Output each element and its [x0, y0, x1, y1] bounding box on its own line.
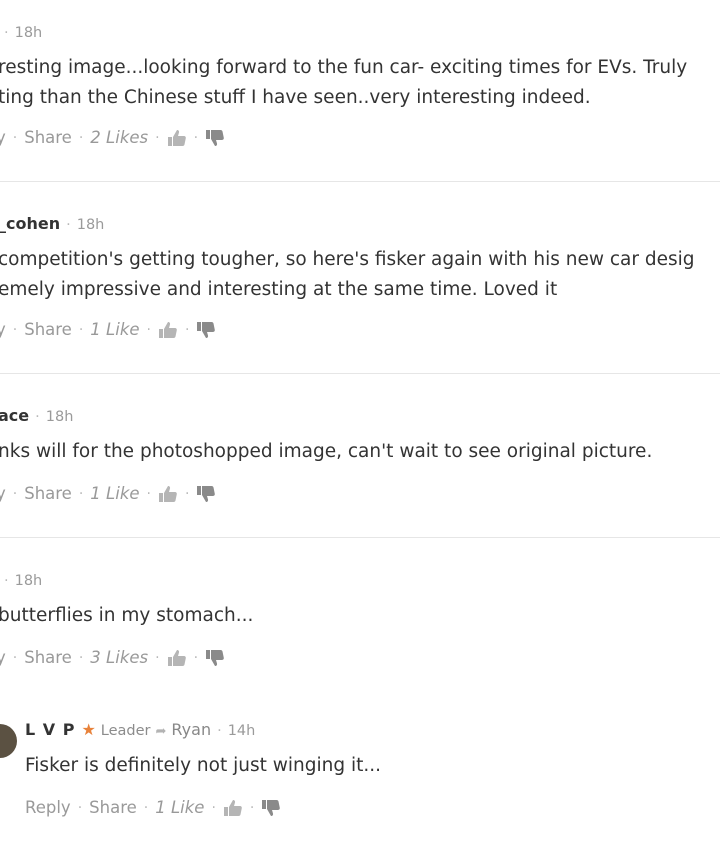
action-separator: ·: [12, 485, 18, 502]
comment-timestamp[interactable]: 18h: [15, 25, 43, 41]
action-separator: ·: [77, 799, 83, 816]
action-separator: ·: [78, 485, 84, 502]
comment-text-line: competition's getting tougher, so here's…: [0, 249, 695, 270]
avatar[interactable]: [0, 724, 17, 758]
comment-actions: Reply · Share · 1 Like · ·: [25, 798, 281, 817]
share-link[interactable]: Share: [24, 484, 72, 503]
action-separator: ·: [211, 799, 216, 816]
comment-timestamp[interactable]: 18h: [15, 573, 43, 589]
action-separator: ·: [184, 321, 190, 338]
comment-text: butterflies in my stomach...: [0, 601, 253, 631]
likes-count[interactable]: 2 Likes: [90, 128, 148, 147]
thumbs-down-icon[interactable]: [196, 321, 216, 339]
reply-link[interactable]: Reply: [25, 798, 71, 817]
reply-link[interactable]: y: [0, 648, 6, 667]
comment-timestamp[interactable]: 18h: [46, 409, 74, 425]
thumbs-down-icon[interactable]: [261, 799, 281, 817]
share-link[interactable]: Share: [24, 320, 72, 339]
comment-text-line: emely impressive and interesting at the …: [0, 279, 558, 300]
action-separator: ·: [249, 799, 255, 816]
meta-separator: ·: [4, 573, 9, 589]
comment-actions: y · Share · 1 Like · ·: [0, 484, 216, 503]
action-separator: ·: [78, 649, 84, 666]
comment-text: Fisker is definitely not just winging it…: [25, 751, 381, 781]
reply-link[interactable]: y: [0, 484, 6, 503]
action-separator: ·: [12, 129, 18, 146]
reply-link[interactable]: y: [0, 320, 6, 339]
comment-divider: [0, 181, 720, 182]
comment-text-line: Fisker is definitely not just winging it…: [25, 755, 381, 776]
comment-actions: y · Share · 1 Like · ·: [0, 320, 216, 339]
thumbs-down-icon[interactable]: [205, 129, 225, 147]
share-link[interactable]: Share: [24, 128, 72, 147]
thumbs-up-icon[interactable]: [158, 485, 178, 503]
thumbs-up-icon[interactable]: [158, 321, 178, 339]
comment-divider: [0, 537, 720, 538]
comment-actions: y · Share · 2 Likes · ·: [0, 128, 225, 147]
comment-text-line: butterflies in my stomach...: [0, 605, 254, 626]
leader-badge: Leader: [100, 723, 151, 739]
meta-separator: ·: [4, 25, 9, 41]
thumbs-up-icon[interactable]: [167, 649, 187, 667]
comment-author[interactable]: _cohen: [0, 214, 60, 233]
action-separator: ·: [155, 649, 160, 666]
thumbs-up-icon[interactable]: [223, 799, 243, 817]
comment-text-line: ting than the Chinese stuff I have seen.…: [0, 87, 591, 108]
likes-count[interactable]: 1 Like: [90, 320, 139, 339]
share-link[interactable]: Share: [89, 798, 137, 817]
comment-text: resting image...looking forward to the f…: [0, 53, 687, 113]
share-link[interactable]: Share: [24, 648, 72, 667]
thumbs-up-icon[interactable]: [167, 129, 187, 147]
comment-divider: [0, 373, 720, 374]
comment-meta: ace · 18h: [0, 406, 73, 425]
action-separator: ·: [146, 321, 151, 338]
comment-meta: L V P ★ Leader ➦ Ryan · 14h: [25, 720, 255, 739]
reply-to-user[interactable]: Ryan: [171, 720, 211, 739]
meta-separator: ·: [217, 723, 222, 739]
action-separator: ·: [184, 485, 190, 502]
likes-count[interactable]: 3 Likes: [90, 648, 148, 667]
comment-text-line: resting image...looking forward to the f…: [0, 57, 688, 78]
star-icon: ★: [81, 720, 96, 739]
action-separator: ·: [78, 129, 84, 146]
comment-text: nks will for the photoshopped image, can…: [0, 437, 652, 467]
action-separator: ·: [155, 129, 160, 146]
comment-timestamp[interactable]: 14h: [228, 723, 256, 739]
comment-author[interactable]: L V P: [25, 720, 75, 739]
comment-timestamp[interactable]: 18h: [77, 217, 105, 233]
meta-separator: ·: [66, 217, 71, 233]
likes-count[interactable]: 1 Like: [155, 798, 204, 817]
comment-text-line: nks will for the photoshopped image, can…: [0, 441, 653, 462]
action-separator: ·: [12, 321, 18, 338]
action-separator: ·: [193, 129, 199, 146]
action-separator: ·: [12, 649, 18, 666]
comment-meta: _cohen · 18h: [0, 214, 104, 233]
action-separator: ·: [193, 649, 199, 666]
comment-text: competition's getting tougher, so here's…: [0, 245, 695, 305]
action-separator: ·: [78, 321, 84, 338]
reply-link[interactable]: y: [0, 128, 6, 147]
comment-author[interactable]: ace: [0, 406, 29, 425]
comment-meta: · 18h: [0, 22, 42, 41]
comment-meta: · 18h: [0, 570, 42, 589]
likes-count[interactable]: 1 Like: [90, 484, 139, 503]
meta-separator: ·: [35, 409, 40, 425]
thumbs-down-icon[interactable]: [205, 649, 225, 667]
action-separator: ·: [146, 485, 151, 502]
action-separator: ·: [143, 799, 149, 816]
comment-actions: y · Share · 3 Likes · ·: [0, 648, 225, 667]
thumbs-down-icon[interactable]: [196, 485, 216, 503]
reply-arrow-icon: ➦: [155, 724, 167, 739]
